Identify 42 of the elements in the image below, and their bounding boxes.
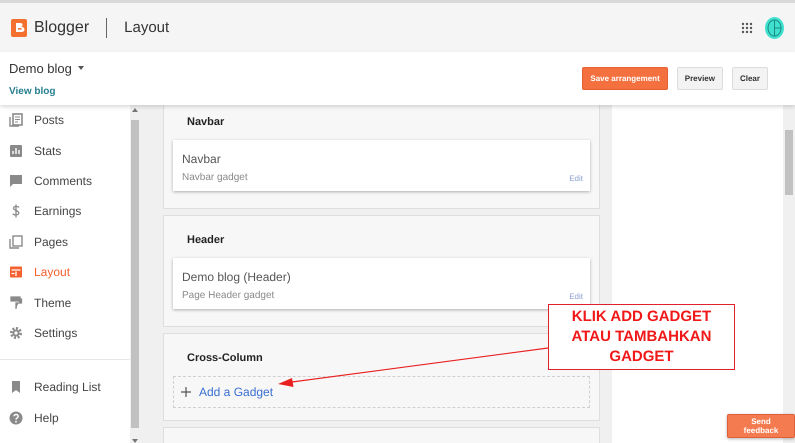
sidebar-item[interactable]: Settings bbox=[0, 318, 130, 348]
app-name: Blogger bbox=[34, 18, 90, 36]
sidebar-item[interactable]: Posts bbox=[0, 105, 130, 136]
avatar-icon[interactable] bbox=[765, 16, 784, 38]
sidebar-item[interactable]: Theme bbox=[0, 287, 130, 318]
sidebar-item[interactable]: Pages bbox=[0, 226, 130, 257]
sidebar-item[interactable]: Comments bbox=[0, 166, 130, 196]
sidebar-item[interactable]: Earnings bbox=[0, 196, 130, 227]
document-icon bbox=[9, 113, 23, 128]
action-button[interactable]: Clear bbox=[732, 67, 768, 90]
pages-icon bbox=[9, 234, 23, 249]
bar-chart-icon bbox=[9, 144, 23, 158]
layout-icon bbox=[9, 265, 23, 280]
section-title: Cross-Column bbox=[186, 351, 263, 366]
scroll-down-icon[interactable] bbox=[132, 439, 138, 443]
gadget-name: Demo blog (Header) bbox=[182, 270, 292, 284]
speech-bubble-icon bbox=[9, 174, 23, 188]
scrollbar[interactable] bbox=[783, 105, 795, 443]
help-icon bbox=[9, 410, 23, 425]
section-title: Header bbox=[186, 233, 224, 248]
add-gadget-link[interactable]: Add a Gadget bbox=[199, 385, 274, 399]
gadget-type: Page Header gadget bbox=[182, 290, 274, 301]
apps-grid-icon[interactable] bbox=[741, 22, 753, 34]
caret-icon[interactable] bbox=[78, 66, 84, 70]
plus-icon[interactable] bbox=[181, 387, 191, 397]
view-blog-link[interactable]: View blog bbox=[9, 86, 84, 96]
scroll-up-icon[interactable] bbox=[132, 108, 138, 112]
blog-name[interactable]: Demo blog bbox=[9, 60, 72, 76]
sidebar-item[interactable]: Help bbox=[0, 402, 130, 433]
page-title: Layout bbox=[124, 19, 170, 36]
paint-roller-icon bbox=[9, 296, 23, 310]
logo-icon bbox=[11, 18, 27, 36]
sidebar-item[interactable]: Stats bbox=[0, 135, 130, 166]
gear-icon bbox=[9, 326, 23, 340]
action-button[interactable]: Preview bbox=[676, 67, 723, 90]
gadget-type: Navbar gadget bbox=[182, 172, 248, 183]
scrollbar[interactable] bbox=[130, 105, 140, 443]
bookmark-icon bbox=[9, 380, 23, 394]
gadget-name: Navbar bbox=[182, 152, 222, 166]
annotation-callout: KLIK ADD GADGET ATAU TAMBAHKAN GADGET bbox=[548, 304, 735, 370]
section-title: Navbar bbox=[186, 115, 224, 130]
sidebar-item[interactable]: Reading List bbox=[0, 372, 130, 403]
